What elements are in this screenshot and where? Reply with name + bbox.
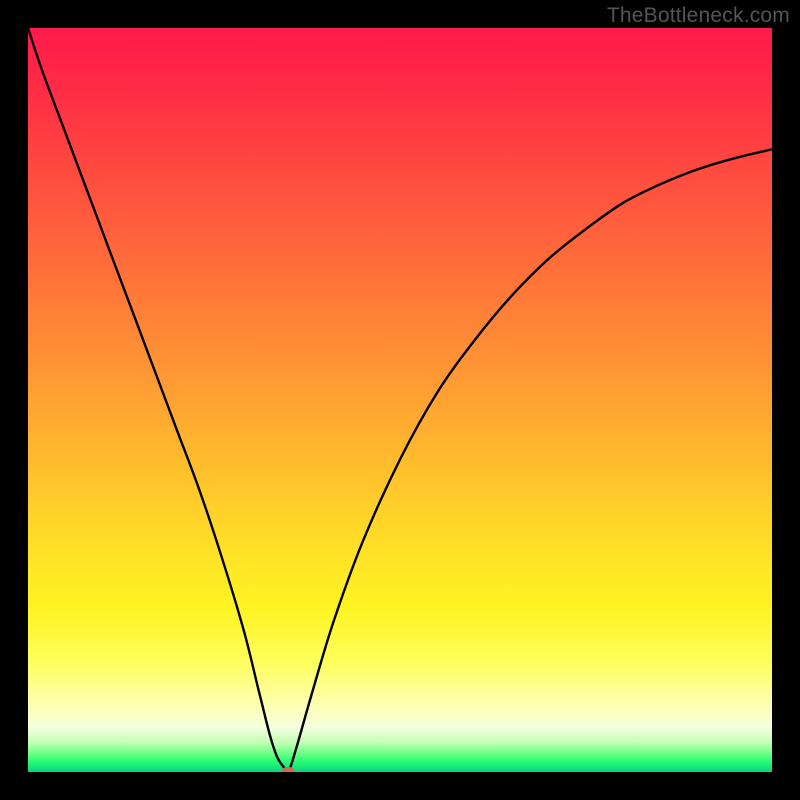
chart-frame: TheBottleneck.com [0,0,800,800]
bottleneck-curve [28,28,772,772]
watermark-text: TheBottleneck.com [607,4,790,28]
curve-path [28,28,772,772]
plot-area [28,28,772,772]
minimum-marker [282,767,295,772]
